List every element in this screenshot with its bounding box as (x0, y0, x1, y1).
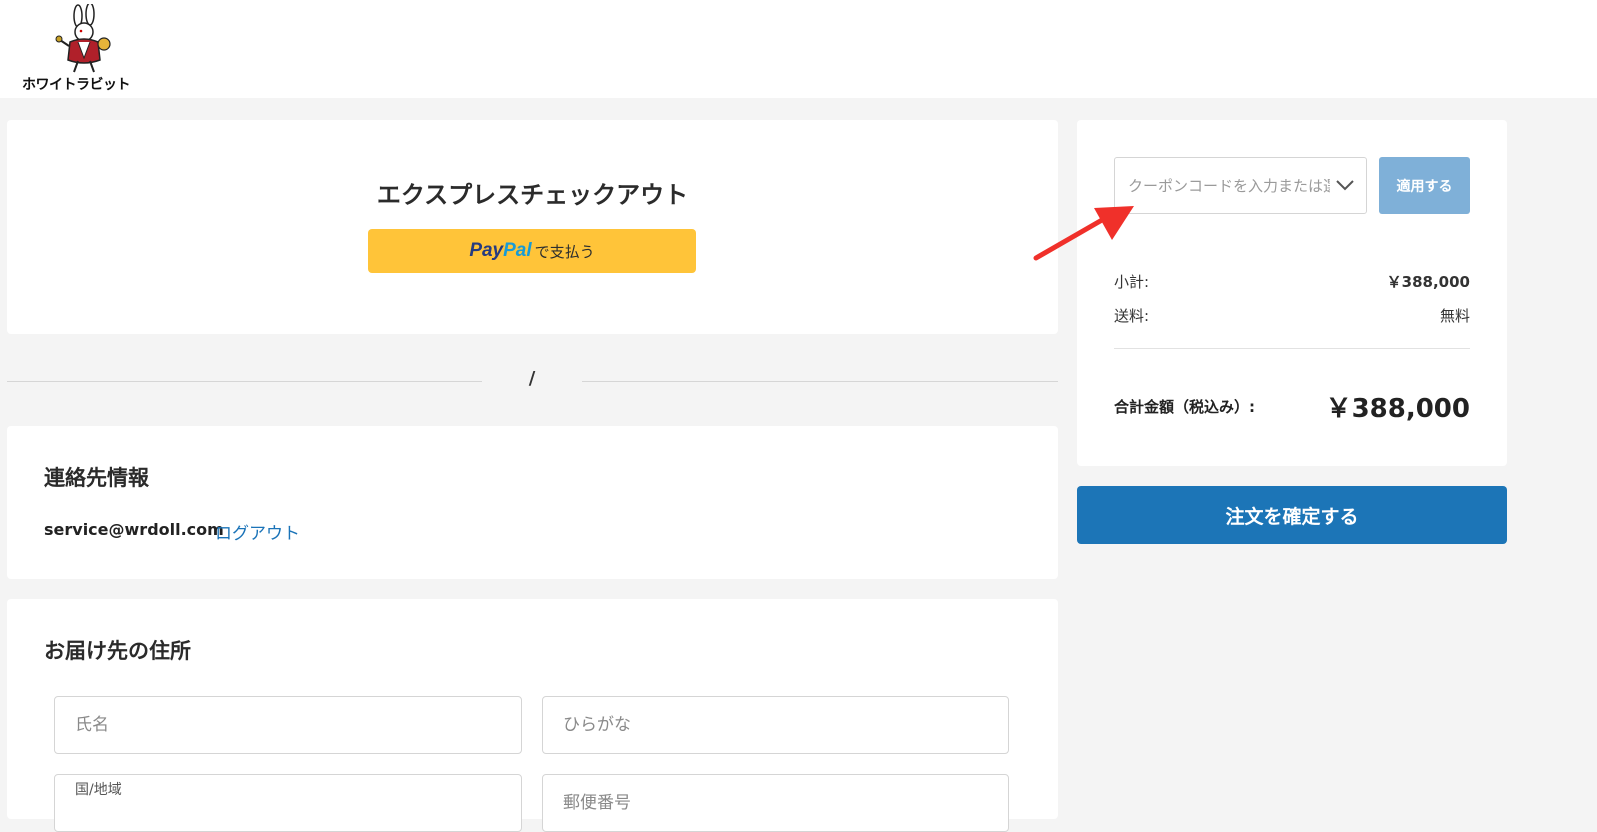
express-checkout-card: エクスプレスチェックアウト Pay Pal で支払う (7, 120, 1058, 334)
express-checkout-title: エクスプレスチェックアウト (376, 181, 689, 209)
shipping-label: 送料: (1114, 307, 1150, 325)
order-summary-card: 適用する 小計: ￥388,000 送料: 無料 合計金額（税込み）: ￥388… (1077, 120, 1507, 466)
contact-info-card: 連絡先情報 service@wrdoll.com ログアウト (7, 426, 1058, 579)
shipping-address-card: お届け先の住所 国/地域 (7, 599, 1058, 832)
logo-text: ホワイトラビット (22, 77, 131, 93)
contact-email: service@wrdoll.com (44, 520, 224, 539)
paypal-logo-pay: Pay (469, 240, 504, 261)
subtotal-label: 小計: (1114, 273, 1150, 291)
apply-coupon-button[interactable]: 適用する (1379, 157, 1470, 214)
chevron-down-icon[interactable] (1334, 174, 1356, 196)
country-label: 国/地域 (75, 782, 122, 798)
subtotal-value: ￥388,000 (1386, 273, 1470, 291)
name-input[interactable] (54, 696, 522, 754)
paypal-button-suffix: で支払う (534, 243, 595, 261)
logout-link[interactable]: ログアウト (215, 519, 300, 544)
address-section-title: お届け先の住所 (44, 639, 191, 663)
brand-logo[interactable]: ホワイトラビット (14, 2, 156, 94)
shipping-value: 無料 (1439, 307, 1470, 325)
coupon-select[interactable] (1114, 157, 1367, 214)
annotation-arrow-icon (1033, 206, 1134, 261)
place-order-button[interactable]: 注文を確定する (1077, 486, 1507, 544)
white-rabbit-logo-icon (55, 2, 111, 73)
divider-line-left (7, 381, 482, 382)
total-value: ￥388,000 (1325, 394, 1470, 424)
paypal-pay-button[interactable]: Pay Pal で支払う (368, 229, 696, 273)
divider-text: / (528, 368, 536, 389)
contact-section-title: 連絡先情報 (44, 466, 149, 490)
header-bar: ホワイトラビット (0, 0, 1597, 98)
country-select[interactable]: 国/地域 (54, 774, 522, 832)
kana-input[interactable] (542, 696, 1009, 754)
divider-line-right (582, 381, 1058, 382)
total-row: 合計金額（税込み）: ￥388,000 (1114, 388, 1470, 425)
summary-divider (1114, 348, 1470, 349)
subtotal-row: 小計: ￥388,000 (1114, 271, 1470, 292)
postal-code-input[interactable] (542, 774, 1009, 832)
paypal-logo-pal: Pal (503, 240, 532, 261)
shipping-row: 送料: 無料 (1114, 305, 1470, 326)
total-label: 合計金額（税込み）: (1114, 398, 1255, 416)
